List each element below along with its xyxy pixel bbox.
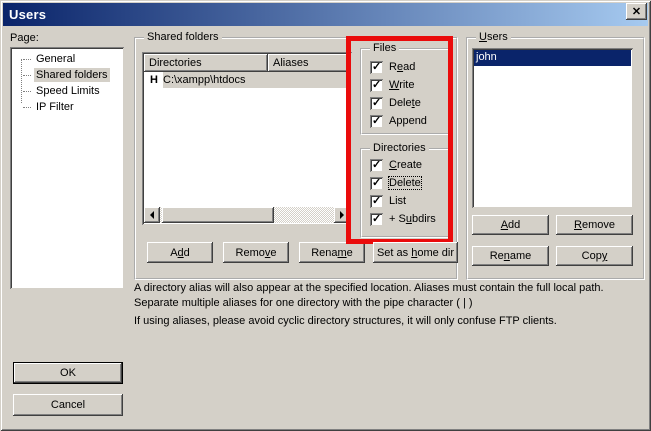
page-label: Page: <box>10 32 39 44</box>
page-list[interactable]: General Shared folders Speed Limits IP F… <box>10 47 124 289</box>
shared-folders-legend: Shared folders <box>144 31 222 44</box>
page-item-ip-filter[interactable]: IP Filter <box>12 99 122 115</box>
scroll-left-button[interactable] <box>144 207 160 223</box>
users-list[interactable]: john <box>472 48 633 208</box>
files-write-row: Write <box>362 76 448 94</box>
users-dialog: Users ✕ Page: General Shared folders Spe… <box>0 0 651 431</box>
shared-folders-list[interactable]: Directories Aliases H C:\xampp\htdocs <box>142 52 352 225</box>
home-flag: H <box>144 72 163 88</box>
copy-user-button[interactable]: Copy <box>556 246 633 266</box>
add-user-button[interactable]: Add <box>472 215 549 235</box>
files-group: Files Read Write Delete Append <box>360 48 450 135</box>
dirs-create-row: Create <box>362 156 448 174</box>
cancel-button[interactable]: Cancel <box>13 394 123 416</box>
checkbox-append[interactable] <box>370 115 383 128</box>
arrow-left-icon <box>146 211 154 219</box>
files-read-row: Read <box>362 58 448 76</box>
checkbox-delete-files-label[interactable]: Delete <box>389 97 421 109</box>
checkbox-read[interactable] <box>370 61 383 74</box>
list-item-user[interactable]: john <box>474 50 631 66</box>
files-legend: Files <box>370 42 399 55</box>
checkbox-subdirs[interactable] <box>370 213 383 226</box>
scrollbar-track[interactable] <box>160 207 334 223</box>
rename-user-button[interactable]: Rename <box>472 246 549 266</box>
close-button[interactable]: ✕ <box>626 3 647 20</box>
checkbox-create-label[interactable]: Create <box>389 159 422 171</box>
rename-folder-button[interactable]: Rename <box>299 242 365 263</box>
list-empty-area <box>144 88 350 207</box>
checkbox-write-label[interactable]: Write <box>389 79 414 91</box>
arrow-right-icon <box>340 211 348 219</box>
column-header-directories[interactable]: Directories <box>144 54 268 72</box>
table-row[interactable]: H C:\xampp\htdocs <box>144 72 350 88</box>
close-icon: ✕ <box>632 5 641 18</box>
add-folder-button[interactable]: Add <box>147 242 213 263</box>
window-title: Users <box>9 7 46 22</box>
checkbox-delete-dirs[interactable] <box>370 177 383 190</box>
checkbox-list-label[interactable]: List <box>389 195 406 207</box>
page-item-general[interactable]: General <box>12 51 122 67</box>
title-bar[interactable]: Users <box>3 3 648 26</box>
checkbox-append-label[interactable]: Append <box>389 115 427 127</box>
page-item-shared-folders[interactable]: Shared folders <box>12 67 122 83</box>
files-append-row: Append <box>362 112 448 130</box>
checkbox-read-label[interactable]: Read <box>389 61 415 73</box>
users-legend: Users <box>476 31 511 44</box>
directories-group: Directories Create Delete List + Subdirs <box>360 148 450 238</box>
horizontal-scrollbar[interactable] <box>144 207 350 223</box>
directory-cell: C:\xampp\htdocs <box>163 72 350 88</box>
checkbox-subdirs-label[interactable]: + Subdirs <box>389 213 436 225</box>
cyclic-help-text: If using aliases, please avoid cyclic di… <box>134 314 651 329</box>
set-home-dir-button[interactable]: Set as home dir <box>373 242 458 263</box>
alias-help-text: A directory alias will also appear at th… <box>134 281 651 311</box>
dirs-subdirs-row: + Subdirs <box>362 210 448 228</box>
ok-button[interactable]: OK <box>13 362 123 384</box>
scroll-right-button[interactable] <box>334 207 350 223</box>
checkbox-create[interactable] <box>370 159 383 172</box>
directories-legend: Directories <box>370 142 429 155</box>
scrollbar-thumb[interactable] <box>162 207 274 223</box>
checkbox-delete-files[interactable] <box>370 97 383 110</box>
dirs-delete-row: Delete <box>362 174 448 192</box>
files-delete-row: Delete <box>362 94 448 112</box>
checkbox-write[interactable] <box>370 79 383 92</box>
remove-user-button[interactable]: Remove <box>556 215 633 235</box>
page-item-speed-limits[interactable]: Speed Limits <box>12 83 122 99</box>
dirs-list-row: List <box>362 192 448 210</box>
checkbox-delete-dirs-label[interactable]: Delete <box>389 177 421 189</box>
remove-folder-button[interactable]: Remove <box>223 242 289 263</box>
checkbox-list[interactable] <box>370 195 383 208</box>
list-header: Directories Aliases <box>144 54 350 72</box>
column-header-aliases[interactable]: Aliases <box>268 54 350 72</box>
